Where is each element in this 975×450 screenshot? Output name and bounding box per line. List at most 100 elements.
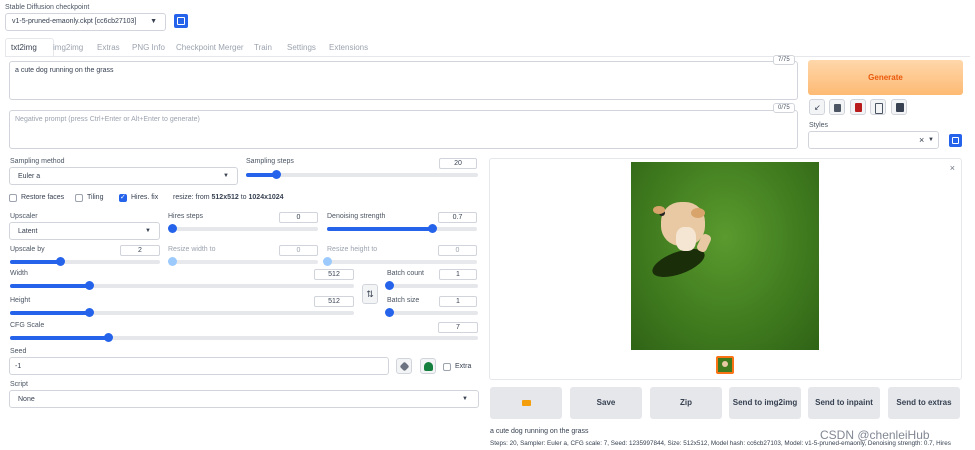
apply-style-button[interactable]	[870, 99, 886, 115]
chevron-down-icon: ▼	[928, 137, 934, 143]
seed-input[interactable]: -1	[9, 357, 389, 375]
recycle-icon	[424, 362, 433, 371]
script-select[interactable]: None ▼	[9, 390, 479, 408]
denoising-input[interactable]: 0.7	[438, 212, 477, 223]
sampling-method-value: Euler a	[18, 173, 41, 180]
resize-height-slider[interactable]	[323, 257, 477, 266]
clipboard-icon	[875, 103, 883, 114]
tab-img2img[interactable]: img2img	[53, 43, 83, 52]
denoising-slider[interactable]	[327, 224, 477, 233]
tab-train[interactable]: Train	[254, 43, 272, 52]
save-style-button[interactable]	[891, 99, 907, 115]
prompt-textarea[interactable]: a cute dog running on the grass	[9, 61, 798, 100]
tab-checkpoint-merger[interactable]: Checkpoint Merger	[176, 43, 244, 52]
clear-icon[interactable]: ×	[919, 135, 924, 145]
styles-label: Styles	[809, 122, 829, 129]
tab-extensions[interactable]: Extensions	[329, 43, 368, 52]
extra-seed-checkbox[interactable]	[443, 363, 451, 371]
script-label: Script	[10, 381, 28, 388]
reuse-seed-button[interactable]	[420, 358, 436, 374]
tab-png-info[interactable]: PNG Info	[132, 43, 165, 52]
refresh-styles-icon[interactable]	[949, 134, 962, 147]
width-slider[interactable]	[10, 281, 354, 290]
chevron-down-icon: ▼	[223, 173, 229, 179]
upscale-by-slider[interactable]	[10, 257, 160, 266]
negative-prompt-token-counter: 0/75	[773, 103, 795, 113]
cfg-scale-slider[interactable]	[10, 333, 478, 342]
send-to-img2img-button[interactable]: Send to img2img	[729, 387, 801, 419]
styles-select[interactable]: × ▼	[808, 131, 939, 149]
upscale-by-label: Upscale by	[10, 246, 45, 253]
batch-count-label: Batch count	[387, 270, 424, 277]
resize-width-slider[interactable]	[168, 257, 318, 266]
trash-icon	[834, 104, 841, 112]
tiling-checkbox[interactable]	[75, 194, 83, 202]
resize-height-input[interactable]: 0	[438, 245, 477, 256]
dog-ear	[691, 208, 705, 218]
hires-steps-slider[interactable]	[168, 224, 318, 233]
batch-size-slider[interactable]	[385, 308, 478, 317]
seed-value: -1	[15, 363, 22, 370]
read-params-button[interactable]: ↙	[809, 99, 825, 115]
cfg-scale-label: CFG Scale	[10, 322, 45, 329]
generate-button[interactable]: Generate	[808, 60, 963, 95]
checkpoint-value: v1-5-pruned-emaonly.ckpt [cc6cb27103]	[12, 18, 137, 25]
height-label: Height	[10, 297, 31, 304]
cfg-scale-input[interactable]: 7	[438, 322, 478, 333]
resize-info: resize: from 512x512 to 1024x1024	[173, 194, 284, 201]
random-seed-button[interactable]	[396, 358, 412, 374]
dog-chest	[676, 227, 696, 251]
tab-settings[interactable]: Settings	[287, 43, 316, 52]
width-label: Width	[10, 270, 28, 277]
generated-image[interactable]	[631, 162, 819, 350]
batch-size-label: Batch size	[387, 297, 420, 304]
thumbnail-dog	[722, 361, 728, 367]
checkpoint-select[interactable]: v1-5-pruned-emaonly.ckpt [cc6cb27103] ▼	[5, 13, 166, 31]
width-input[interactable]: 512	[314, 269, 354, 280]
batch-count-slider[interactable]	[385, 281, 478, 290]
negative-prompt-textarea[interactable]: Negative prompt (press Ctrl+Enter or Alt…	[9, 110, 798, 149]
tab-txt2img[interactable]: txt2img	[11, 43, 37, 52]
dog-ear	[653, 206, 665, 214]
script-value: None	[18, 396, 35, 403]
extra-networks-button[interactable]	[850, 99, 866, 115]
hires-fix-checkbox[interactable]: ✓	[119, 194, 127, 202]
send-to-inpaint-button[interactable]: Send to inpaint	[808, 387, 880, 419]
save-button[interactable]: Save	[570, 387, 642, 419]
close-icon[interactable]: ×	[950, 163, 955, 173]
tab-extras[interactable]: Extras	[97, 43, 120, 52]
trash-button[interactable]	[829, 99, 845, 115]
batch-size-input[interactable]: 1	[439, 296, 477, 307]
upscaler-select[interactable]: Latent ▼	[9, 222, 160, 240]
restore-faces-checkbox[interactable]	[9, 194, 17, 202]
chevron-down-icon: ▼	[462, 396, 468, 402]
check-icon: ✓	[120, 194, 126, 201]
prompt-text: a cute dog running on the grass	[15, 67, 114, 74]
send-to-extras-button[interactable]: Send to extras	[888, 387, 960, 419]
swap-dimensions-icon[interactable]: ⇅	[362, 284, 378, 304]
restore-faces-label: Restore faces	[21, 194, 65, 201]
sampling-method-select[interactable]: Euler a ▼	[9, 167, 238, 185]
folder-icon	[521, 400, 531, 406]
negative-prompt-placeholder: Negative prompt (press Ctrl+Enter or Alt…	[15, 116, 200, 123]
hires-steps-input[interactable]: 0	[279, 212, 318, 223]
sampling-steps-input[interactable]: 20	[439, 158, 477, 169]
dice-icon	[399, 361, 410, 372]
hires-fix-label: Hires. fix	[131, 194, 159, 201]
output-caption: a cute dog running on the grass	[490, 428, 589, 435]
upscaler-label: Upscaler	[10, 213, 38, 220]
resize-width-label: Resize width to	[168, 246, 216, 253]
resize-width-input[interactable]: 0	[279, 245, 318, 256]
height-slider[interactable]	[10, 308, 354, 317]
arrow-icon: ↙	[814, 103, 821, 112]
extra-label: Extra	[455, 363, 472, 370]
batch-count-input[interactable]: 1	[439, 269, 477, 280]
height-input[interactable]: 512	[314, 296, 354, 307]
zip-button[interactable]: Zip	[650, 387, 722, 419]
gallery-thumbnail[interactable]	[716, 356, 734, 374]
open-folder-button[interactable]	[490, 387, 562, 419]
card-icon	[855, 103, 862, 112]
refresh-checkpoint-icon[interactable]	[174, 14, 188, 28]
upscale-by-input[interactable]: 2	[120, 245, 160, 256]
sampling-steps-slider[interactable]	[246, 170, 478, 179]
